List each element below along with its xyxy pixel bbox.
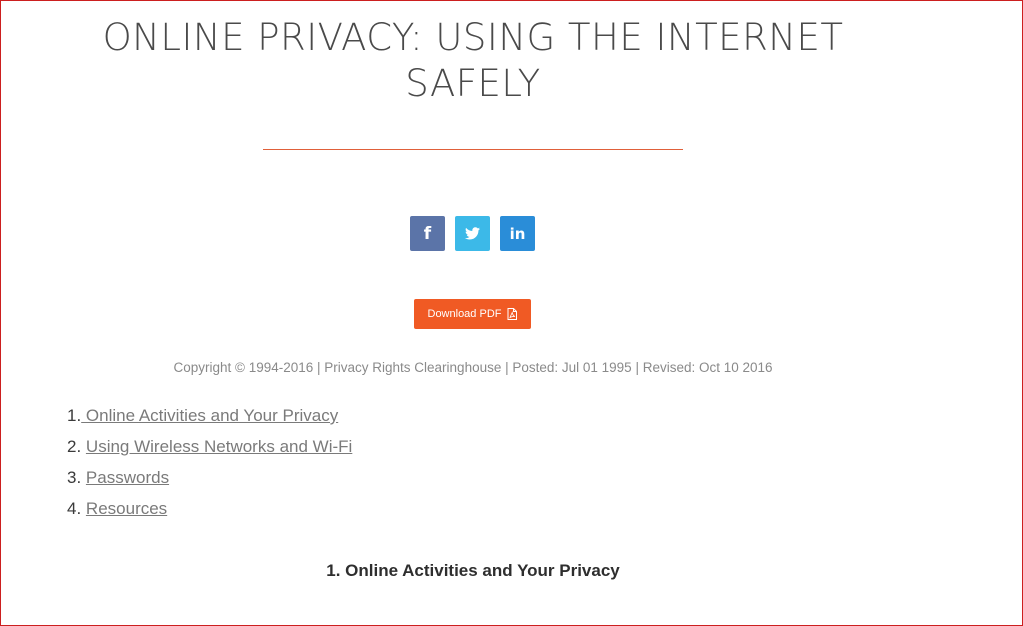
toc-item-number: 3.: [67, 468, 82, 487]
article-meta: Copyright © 1994-2016 | Privacy Rights C…: [173, 360, 773, 375]
facebook-share-button[interactable]: f: [410, 216, 445, 251]
linkedin-icon: in: [509, 224, 526, 243]
toc-link-resources[interactable]: Resources: [86, 499, 167, 518]
toc-link-online-activities[interactable]: Online Activities and Your Privacy: [81, 406, 338, 425]
toc-link-passwords[interactable]: Passwords: [86, 468, 169, 487]
facebook-icon: f: [423, 223, 432, 244]
title-divider: [263, 149, 683, 150]
toc-item-number: 2.: [67, 437, 82, 456]
table-of-contents: 1. Online Activities and Your Privacy 2.…: [67, 405, 352, 529]
toc-item: 2. Using Wireless Networks and Wi-Fi: [67, 436, 352, 467]
page-title: ONLINE PRIVACY: USING THE INTERNET SAFEL…: [102, 16, 844, 105]
page-frame: ONLINE PRIVACY: USING THE INTERNET SAFEL…: [0, 0, 1023, 626]
toc-item: 1. Online Activities and Your Privacy: [67, 405, 352, 436]
toc-item: 3. Passwords: [67, 467, 352, 498]
twitter-share-button[interactable]: [455, 216, 490, 251]
linkedin-share-button[interactable]: in: [500, 216, 535, 251]
pdf-file-icon: [507, 308, 518, 320]
share-buttons: f in: [410, 216, 535, 251]
toc-item-number: 4.: [67, 499, 82, 518]
download-pdf-button[interactable]: Download PDF: [414, 299, 531, 329]
section-heading: 1. Online Activities and Your Privacy: [326, 561, 620, 580]
toc-item-number: 1.: [67, 406, 82, 425]
twitter-icon: [465, 227, 480, 240]
toc-item: 4. Resources: [67, 498, 352, 529]
download-pdf-label: Download PDF: [427, 308, 502, 320]
toc-link-wireless-networks[interactable]: Using Wireless Networks and Wi-Fi: [86, 437, 352, 456]
